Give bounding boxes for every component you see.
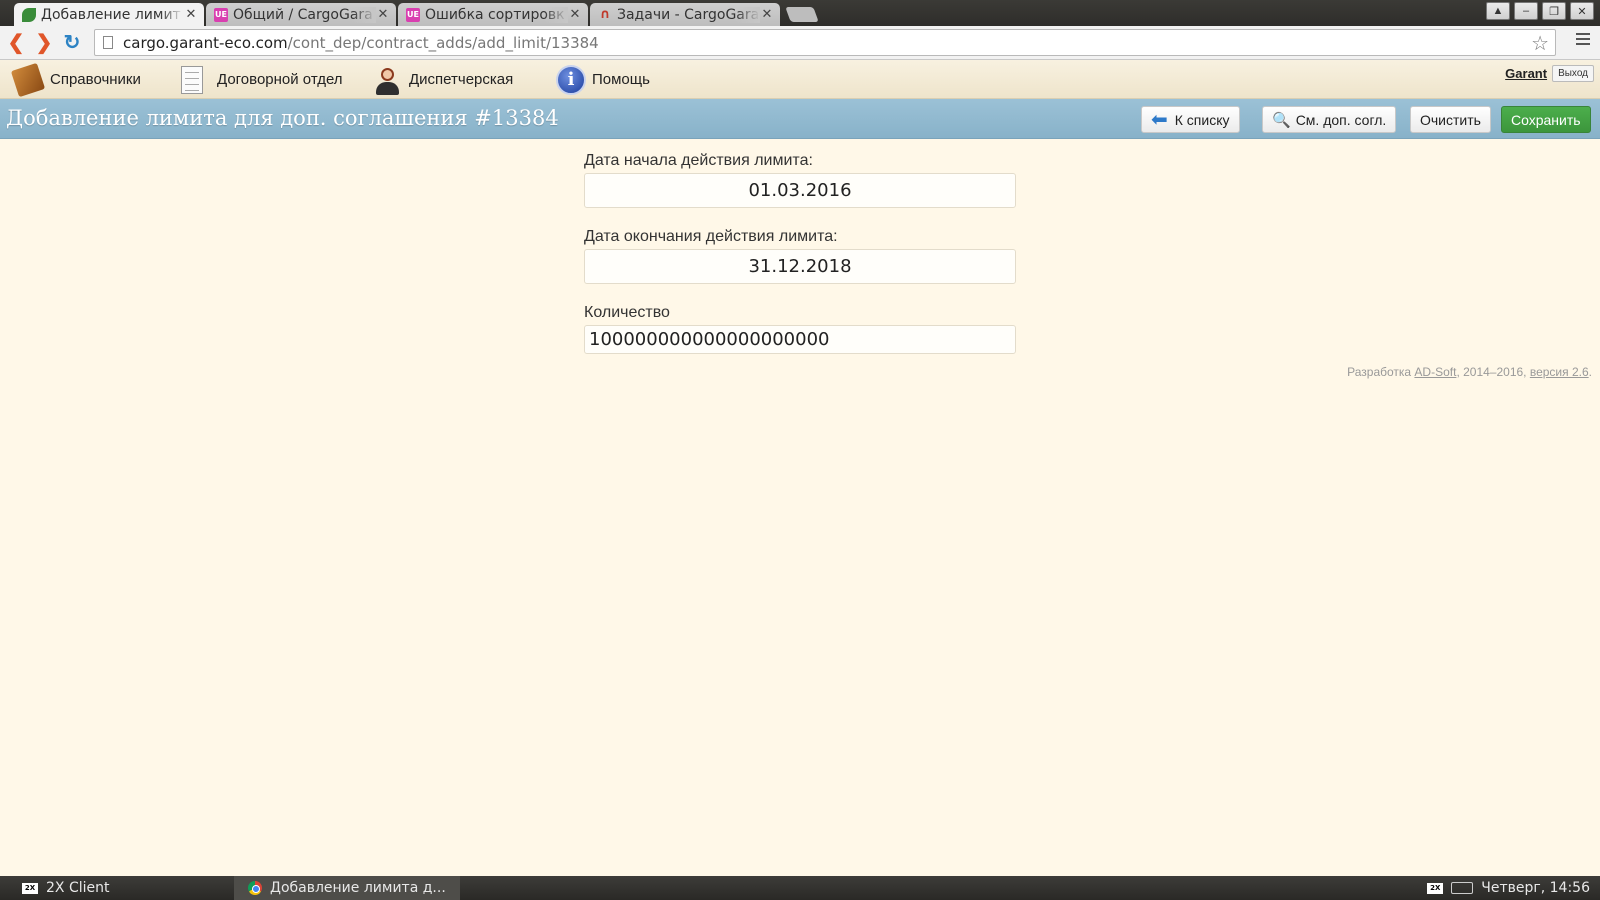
nav-item-label: Диспетчерская — [409, 71, 514, 88]
username-link[interactable]: Garant — [1505, 66, 1547, 81]
address-bar[interactable]: cargo.garant-eco.com/cont_dep/contract_a… — [94, 29, 1556, 56]
close-icon[interactable]: ✕ — [760, 7, 774, 22]
chrome-icon — [248, 881, 262, 895]
footer-suffix: . — [1588, 365, 1592, 379]
window-controls: ▲ – ❐ ✕ — [1486, 2, 1594, 20]
nav-item-label: Справочники — [50, 71, 141, 88]
start-date-input[interactable]: 01.03.2016 — [584, 173, 1016, 208]
browser-menu-icon[interactable] — [1576, 33, 1590, 48]
url-host: cargo.garant-eco.com — [123, 33, 288, 52]
tab-title: Общий / CargoGara — [233, 6, 376, 23]
close-window-button[interactable]: ✕ — [1570, 2, 1594, 20]
nav-item-directories[interactable]: Справочники — [10, 60, 141, 99]
button-label: Очистить — [1420, 111, 1481, 128]
user-box: Garant Выход — [1505, 65, 1594, 82]
quantity-group: Количество 100000000000000000000 — [584, 304, 1016, 354]
footer-prefix: Разработка — [1347, 365, 1415, 379]
nav-item-contract-dept[interactable]: Договорной отдел — [176, 60, 343, 99]
page-title: Добавление лимита для доп. соглашения #1… — [6, 106, 559, 130]
book-icon — [10, 62, 46, 97]
footer-years: , 2014–2016, — [1456, 365, 1530, 379]
page-header: Добавление лимита для доп. соглашения #1… — [0, 99, 1600, 139]
dispatcher-icon — [371, 64, 403, 96]
back-button[interactable]: ❮ — [2, 29, 30, 57]
forward-button[interactable]: ❯ — [30, 29, 58, 57]
tab-title: Ошибка сортировк — [425, 6, 568, 23]
browser-tab[interactable]: ∩ Задачи - CargoGara ✕ — [590, 3, 780, 26]
tab-title: Задачи - CargoGara — [617, 6, 760, 23]
tab-title: Добавление лимит — [41, 6, 184, 23]
browser-tabstrip: Добавление лимит ✕ UE Общий / CargoGara … — [0, 0, 1600, 26]
save-button[interactable]: Сохранить — [1501, 106, 1591, 133]
browser-tab[interactable]: UE Общий / CargoGara ✕ — [206, 3, 396, 26]
info-icon: i — [556, 64, 586, 95]
new-tab-button[interactable] — [785, 7, 819, 22]
app-top-menu: Справочники Договорной отдел Диспетчерск… — [0, 60, 1600, 99]
browser-toolbar: ❮ ❯ ↻ cargo.garant-eco.com/cont_dep/cont… — [0, 26, 1600, 60]
taskbar-item-label: Добавление лимита д... — [270, 880, 446, 896]
document-icon — [181, 65, 203, 94]
reload-button[interactable]: ↻ — [58, 29, 86, 57]
os-taskbar: 2X 2X Client Добавление лимита д... 2X Ч… — [0, 876, 1600, 900]
close-icon[interactable]: ✕ — [376, 7, 390, 22]
nav-item-dispatch[interactable]: Диспетчерская — [371, 60, 513, 99]
restore-button[interactable]: ❐ — [1542, 2, 1566, 20]
taskbar-item-label: 2X Client — [46, 880, 110, 896]
logout-button[interactable]: Выход — [1552, 65, 1594, 82]
back-to-list-button[interactable]: ⬅ К списку — [1141, 106, 1240, 133]
page-icon — [103, 36, 113, 49]
button-label: Сохранить — [1511, 111, 1581, 128]
keyboard-icon[interactable] — [1451, 882, 1474, 894]
view-agreement-button[interactable]: 🔍 См. доп. согл. — [1262, 106, 1397, 133]
company-link[interactable]: AD-Soft — [1414, 365, 1456, 379]
magnifier-icon: 🔍 — [1272, 111, 1291, 129]
headset-icon: ∩ — [599, 7, 611, 22]
clock[interactable]: Четверг, 14:56 — [1481, 880, 1590, 896]
footer-credits: Разработка AD-Soft, 2014–2016, версия 2.… — [1347, 365, 1592, 379]
system-tray: 2X Четверг, 14:56 — [1427, 876, 1590, 900]
end-date-label: Дата окончания действия лимита: — [584, 228, 838, 245]
ue-icon: UE — [406, 7, 420, 22]
leaf-icon — [22, 7, 36, 22]
close-icon[interactable]: ✕ — [568, 7, 582, 22]
taskbar-item-2x-client[interactable]: 2X 2X Client — [22, 876, 109, 900]
start-date-label: Дата начала действия лимита: — [584, 152, 813, 169]
start-date-group: Дата начала действия лимита: 01.03.2016 — [584, 152, 1016, 208]
browser-tab[interactable]: UE Ошибка сортировк ✕ — [398, 3, 588, 26]
nav-item-help[interactable]: i Помощь — [556, 60, 650, 99]
minimize-button[interactable]: – — [1514, 2, 1538, 20]
taskbar-item-browser[interactable]: Добавление лимита д... — [234, 876, 460, 900]
quantity-label: Количество — [584, 304, 670, 321]
version-link[interactable]: версия 2.6 — [1530, 365, 1589, 379]
bookmark-star-icon[interactable]: ☆ — [1531, 31, 1549, 56]
end-date-group: Дата окончания действия лимита: 31.12.20… — [584, 228, 1016, 284]
quantity-input[interactable]: 100000000000000000000 — [584, 325, 1016, 354]
2x-tray-icon[interactable]: 2X — [1427, 882, 1444, 894]
arrow-left-icon: ⬅ — [1151, 108, 1168, 131]
2x-client-icon: 2X — [22, 882, 38, 894]
nav-item-label: Помощь — [592, 71, 650, 88]
browser-tab-active[interactable]: Добавление лимит ✕ — [14, 3, 204, 26]
limit-form: Дата начала действия лимита: 01.03.2016 … — [584, 152, 1016, 374]
button-label: См. доп. согл. — [1295, 111, 1387, 128]
nav-item-label: Договорной отдел — [217, 71, 343, 88]
url-path: /cont_dep/contract_adds/add_limit/13384 — [287, 33, 599, 52]
close-icon[interactable]: ✕ — [184, 7, 198, 22]
profile-icon[interactable]: ▲ — [1486, 2, 1510, 20]
clear-button[interactable]: Очистить — [1410, 106, 1491, 133]
end-date-input[interactable]: 31.12.2018 — [584, 249, 1016, 284]
url-text: cargo.garant-eco.com/cont_dep/contract_a… — [123, 34, 599, 52]
ue-icon: UE — [214, 7, 228, 22]
button-label: К списку — [1174, 111, 1230, 128]
